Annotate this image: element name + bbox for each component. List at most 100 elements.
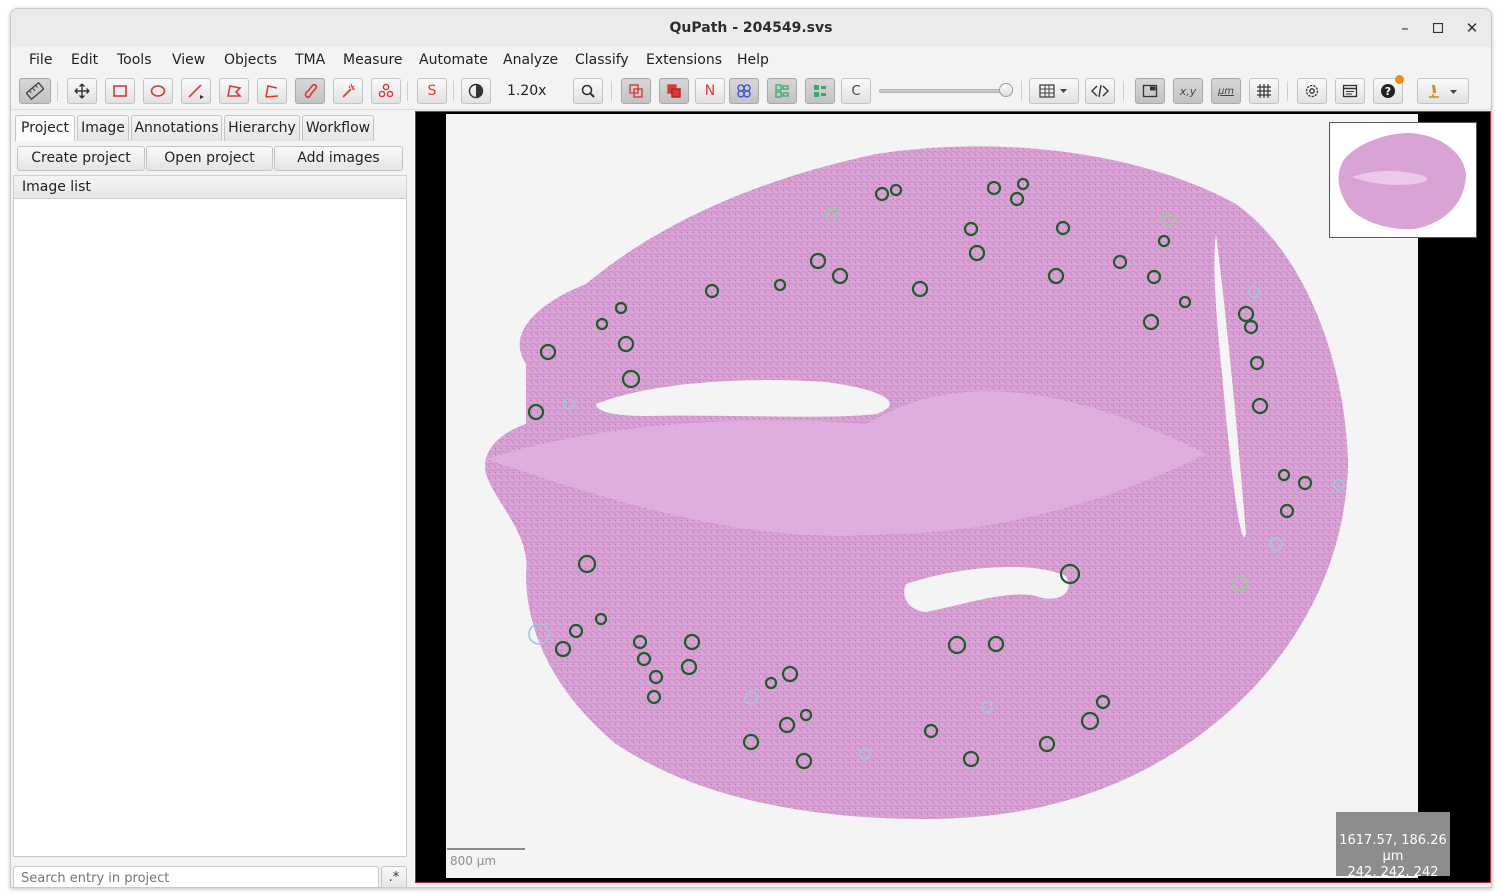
fill-detections-button[interactable] <box>805 78 835 104</box>
show-cursor-location-button[interactable]: x,y <box>1173 78 1203 104</box>
zoom-to-fit-button[interactable] <box>573 78 603 104</box>
contrast-icon <box>468 83 484 99</box>
image-viewer[interactable]: 800 µm 1617.57, 186.26 µm 242, 242, 242 <box>415 111 1491 883</box>
selection-mode-button[interactable]: S <box>417 78 447 104</box>
chevron-down-icon <box>1450 90 1457 94</box>
extensions-menu-button[interactable] <box>1417 78 1469 104</box>
tab-workflow[interactable]: Workflow <box>302 115 374 141</box>
micron-label: µm <box>1217 85 1235 97</box>
rectangle-tool-button[interactable] <box>105 78 135 104</box>
xy-label: x,y <box>1179 84 1197 98</box>
gear-icon <box>1305 84 1319 98</box>
polygon-tool-button[interactable] <box>219 78 249 104</box>
cursor-rgb: 242, 242, 242 <box>1347 865 1439 880</box>
overview-icon <box>1142 84 1158 98</box>
ellipse-tool-button[interactable] <box>143 78 173 104</box>
show-overview-button[interactable] <box>1135 78 1165 104</box>
project-search-input[interactable] <box>13 866 379 887</box>
grid-icon <box>1257 84 1271 98</box>
maximize-icon[interactable] <box>1426 16 1450 40</box>
opacity-slider-thumb[interactable] <box>999 83 1013 97</box>
menu-file[interactable]: File <box>29 47 52 73</box>
detections-icon <box>775 84 789 98</box>
show-grid-button[interactable] <box>1249 78 1279 104</box>
code-icon <box>1091 84 1109 98</box>
show-annotations-button[interactable] <box>621 78 651 104</box>
main-toolbar: S 1.20x N C x,y µm ? <box>11 73 1491 110</box>
line-tool-button[interactable] <box>181 78 211 104</box>
polyline-tool-button[interactable] <box>257 78 287 104</box>
minimize-icon[interactable]: – <box>1393 16 1417 40</box>
notification-badge <box>1395 75 1404 84</box>
create-project-button[interactable]: Create project <box>17 146 145 171</box>
fill-detections-icon <box>814 85 826 97</box>
chevron-down-icon <box>1060 89 1067 93</box>
polygon-icon <box>227 85 242 97</box>
table-icon <box>1039 84 1067 98</box>
zoom-level: 1.20x <box>507 83 547 99</box>
preferences-button[interactable] <box>1297 78 1327 104</box>
show-tma-grid-button[interactable] <box>729 78 759 104</box>
tab-image[interactable]: Image <box>77 115 129 141</box>
ellipse-icon <box>150 85 166 97</box>
fill-annotations-icon <box>667 84 681 98</box>
log-icon <box>1342 84 1358 98</box>
menu-tma[interactable]: TMA <box>295 47 325 73</box>
menu-extensions[interactable]: Extensions <box>646 47 722 73</box>
script-editor-button[interactable] <box>1085 78 1115 104</box>
menu-classify[interactable]: Classify <box>575 47 629 73</box>
svg-text:?: ? <box>1385 85 1391 98</box>
tab-annotations[interactable]: Annotations <box>131 115 222 141</box>
cursor-position: 1617.57, 186.26 µm <box>1339 833 1447 864</box>
menu-automate[interactable]: Automate <box>419 47 488 73</box>
open-project-button[interactable]: Open project <box>146 146 273 171</box>
move-tool-button[interactable] <box>67 78 97 104</box>
overview-image <box>1338 133 1466 230</box>
slide-overview-thumbnail[interactable] <box>1329 122 1477 238</box>
window-title: QuPath - 204549.svs <box>669 20 833 36</box>
tma-grid-icon <box>737 84 751 98</box>
help-button[interactable]: ? <box>1373 75 1404 104</box>
magnifier-icon <box>581 84 595 98</box>
polyline-icon <box>265 85 279 98</box>
menu-analyze[interactable]: Analyze <box>503 47 558 73</box>
points-tool-button[interactable] <box>371 78 401 104</box>
analysis-pane: Project Image Annotations Hierarchy Work… <box>11 111 409 887</box>
selection-mode-label: S <box>427 83 437 99</box>
move-icon <box>74 83 90 99</box>
menu-measure[interactable]: Measure <box>343 47 403 73</box>
opacity-slider[interactable] <box>879 83 1013 97</box>
log-button[interactable] <box>1335 78 1365 104</box>
menu-tools[interactable]: Tools <box>117 47 152 73</box>
microscope-icon <box>1429 85 1457 98</box>
scale-bar-label: 800 µm <box>450 854 497 868</box>
wand-tool-button[interactable] <box>333 78 363 104</box>
show-cells-button[interactable]: C <box>841 78 871 104</box>
menu-edit[interactable]: Edit <box>71 47 98 73</box>
menu-view[interactable]: View <box>172 47 205 73</box>
cursor-location-overlay: 1617.57, 186.26 µm 242, 242, 242 <box>1336 812 1450 880</box>
brightness-contrast-button[interactable] <box>461 78 491 104</box>
menu-objects[interactable]: Objects <box>224 47 277 73</box>
toggle-analysis-pane-button[interactable] <box>19 78 51 104</box>
cells-toggle-label: C <box>851 83 861 99</box>
tab-project[interactable]: Project <box>15 115 75 141</box>
menu-help[interactable]: Help <box>737 47 769 73</box>
line-icon <box>188 84 204 99</box>
scale-bar <box>447 848 525 850</box>
image-list[interactable] <box>13 199 407 857</box>
wand-icon <box>342 83 355 98</box>
brush-tool-button[interactable] <box>295 78 325 104</box>
fill-annotations-button[interactable] <box>659 78 689 104</box>
measurement-tables-button[interactable] <box>1029 78 1079 104</box>
slide-image[interactable] <box>446 114 1418 878</box>
tab-hierarchy[interactable]: Hierarchy <box>224 115 300 141</box>
show-names-button[interactable]: N <box>695 78 725 104</box>
add-images-button[interactable]: Add images <box>274 146 403 171</box>
show-detections-button[interactable] <box>767 78 797 104</box>
points-icon <box>378 83 394 98</box>
help-icon: ? <box>1381 84 1395 98</box>
close-icon[interactable]: ✕ <box>1460 16 1484 40</box>
show-scalebar-button[interactable]: µm <box>1211 78 1241 104</box>
regex-toggle-button[interactable]: .* <box>381 866 407 887</box>
